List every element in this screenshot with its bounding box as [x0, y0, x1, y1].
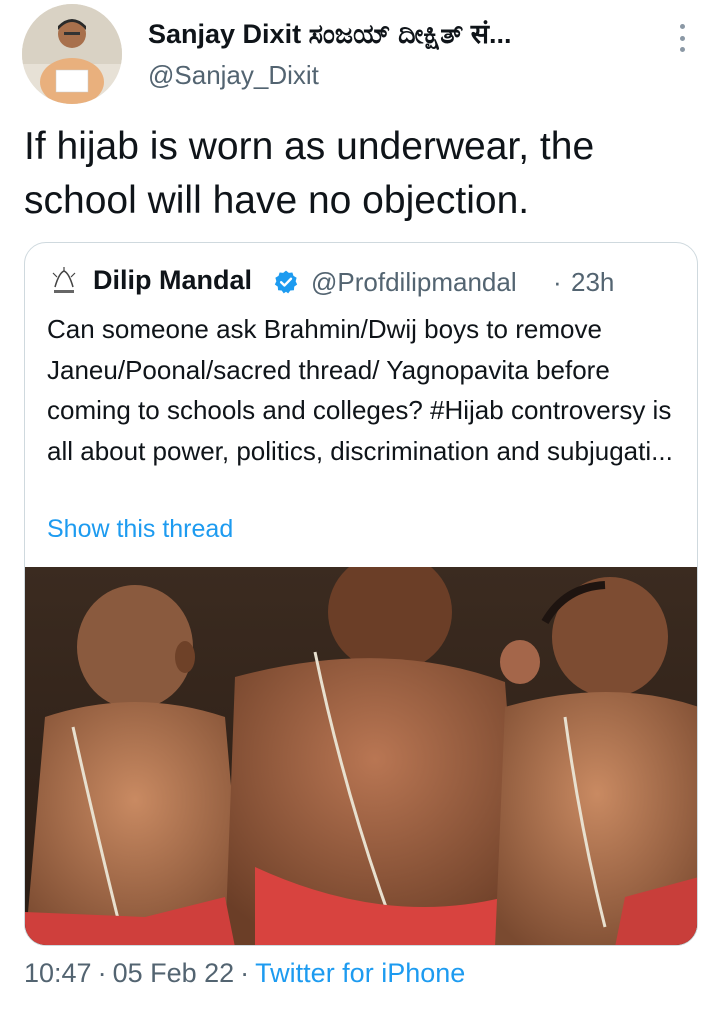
- tweet-source-link[interactable]: Twitter for iPhone: [255, 958, 465, 988]
- quoted-tweet-photo[interactable]: [25, 567, 697, 945]
- quoted-separator: ·: [553, 267, 562, 297]
- author-avatar[interactable]: [22, 4, 122, 104]
- tweet-time[interactable]: 10:47: [24, 958, 92, 988]
- more-options-icon[interactable]: [670, 18, 694, 58]
- timestamp-separator: ·: [97, 958, 107, 988]
- quoted-tweet-text: Can someone ask Brahmin/Dwij boys to rem…: [47, 314, 673, 466]
- author-avatar-image: [22, 4, 122, 104]
- more-dot: [679, 47, 685, 52]
- quoted-avatar-image: [45, 263, 83, 301]
- quoted-author-avatar[interactable]: [45, 263, 83, 301]
- photo-of-three-boys-with-sacred-thread: [25, 567, 697, 945]
- source-separator: ·: [240, 958, 250, 988]
- tweet-timestamp-row: 10:47 · 05 Feb 22 · Twitter for iPhone: [24, 958, 465, 989]
- more-dot: [679, 35, 685, 41]
- quoted-author-name[interactable]: Dilip Mandal: [93, 265, 252, 296]
- tweet-text: If hijab is worn as underwear, the schoo…: [24, 125, 595, 222]
- quoted-author-handle[interactable]: @Profdilipmandal: [311, 267, 517, 298]
- more-dot: [679, 24, 685, 29]
- author-name[interactable]: Sanjay Dixit ಸಂಜಯ್ ದೀಕ್ಷಿತ್ सं...: [148, 14, 648, 51]
- quoted-tweet-card[interactable]: Dilip Mandal @Profdilipmandal · 23h Can …: [24, 242, 698, 946]
- tweet-date[interactable]: 05 Feb 22: [113, 958, 235, 988]
- author-handle[interactable]: @Sanjay_Dixit: [148, 60, 319, 91]
- show-thread-link[interactable]: Show this thread: [47, 515, 233, 544]
- quoted-time-ago[interactable]: 23h: [571, 267, 614, 298]
- verified-badge-icon: [274, 270, 298, 294]
